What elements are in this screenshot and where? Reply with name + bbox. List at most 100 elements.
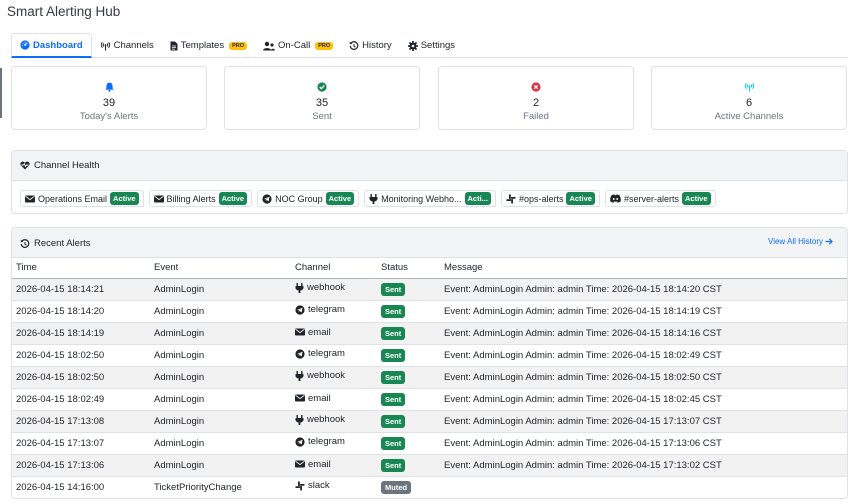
stat-card-today-s-alerts: 39 Today's Alerts (11, 66, 207, 130)
stats-row: 39 Today's Alerts 35 Sent 2 Failed 6 Act… (11, 66, 848, 130)
email-icon (25, 195, 35, 203)
col-header-time: Time (12, 258, 150, 279)
stat-value: 6 (745, 97, 753, 109)
sidebar-edge (0, 68, 2, 118)
gear-icon (407, 40, 418, 51)
table-row[interactable]: 2026-04-15 18:02:49 AdminLogin email Sen… (12, 388, 847, 411)
view-all-history-link[interactable]: View All History (768, 237, 833, 246)
table-row[interactable]: 2026-04-15 14:16:00 TicketPriorityChange… (12, 476, 847, 498)
cell-message: Event: AdminLogin Admin: admin Time: 202… (440, 344, 847, 367)
tab-label: Dashboard (33, 39, 83, 51)
channel-name: NOC Group (275, 193, 323, 204)
cell-time: 2026-04-15 18:02:49 (12, 388, 150, 411)
table-row[interactable]: 2026-04-15 18:14:19 AdminLogin email Sen… (12, 322, 847, 345)
telegram-icon (295, 349, 305, 359)
col-header-event: Event (150, 258, 291, 279)
status-badge: Sent (381, 326, 406, 340)
telegram-icon (295, 305, 305, 315)
channel-chip[interactable]: NOC Group Active (257, 190, 360, 207)
check-circle-icon (317, 82, 327, 92)
cell-event: AdminLogin (150, 322, 291, 345)
cell-message: Event: AdminLogin Admin: admin Time: 202… (440, 322, 847, 345)
channel-label: telegram (308, 304, 345, 316)
cell-channel: telegram (291, 432, 377, 455)
cell-event: AdminLogin (150, 300, 291, 323)
tab-templates[interactable]: Templates PRO (162, 33, 255, 58)
cell-time: 2026-04-15 18:14:20 (12, 300, 150, 323)
channel-chip[interactable]: Operations Email Active (20, 190, 144, 207)
tab-on-call[interactable]: On-Call PRO (255, 33, 341, 58)
status-badge: Acti... (464, 192, 491, 205)
cell-time: 2026-04-15 17:13:06 (12, 454, 150, 477)
app-title: Smart Alerting Hub (7, 4, 121, 19)
status-badge: Sent (381, 414, 406, 428)
telegram-icon (262, 193, 272, 204)
table-row[interactable]: 2026-04-15 18:14:20 AdminLogin telegram … (12, 300, 847, 323)
cell-channel: telegram (291, 300, 377, 323)
email-icon (295, 328, 305, 336)
pro-badge: PRO (315, 41, 334, 50)
table-row[interactable]: 2026-04-15 18:02:50 AdminLogin telegram … (12, 344, 847, 367)
tab-history[interactable]: History (341, 33, 400, 58)
history-icon (349, 40, 359, 51)
channel-label: webhook (307, 282, 346, 294)
channel-name: Monitoring Webho... (381, 193, 462, 204)
tab-label: Templates (180, 40, 225, 51)
channel-chip[interactable]: #ops-alerts Active (500, 190, 600, 207)
tab-label: On-Call (278, 40, 311, 51)
table-row[interactable]: 2026-04-15 18:02:50 AdminLogin webhook S… (12, 366, 847, 389)
cell-message: Event: AdminLogin Admin: admin Time: 202… (440, 432, 847, 455)
status-badge: Muted (381, 480, 412, 494)
recent-alerts-table: Time Event Channel Status Message 2026-0… (12, 258, 847, 498)
webhook-icon (295, 414, 304, 425)
table-row[interactable]: 2026-04-15 17:13:08 AdminLogin webhook S… (12, 410, 847, 433)
cell-event: AdminLogin (150, 344, 291, 367)
telegram-icon (295, 437, 305, 447)
cell-time: 2026-04-15 18:14:21 (12, 278, 150, 301)
table-row[interactable]: 2026-04-15 17:13:07 AdminLogin telegram … (12, 432, 847, 455)
channel-chip[interactable]: Billing Alerts Active (148, 190, 253, 207)
channel-label: email (308, 458, 331, 470)
cell-event: TicketPriorityChange (150, 476, 291, 498)
history-icon (20, 238, 30, 249)
tab-channels[interactable]: Channels (92, 33, 162, 58)
webhook-icon (369, 193, 378, 204)
cell-time: 2026-04-15 18:02:50 (12, 366, 150, 389)
cell-event: AdminLogin (150, 454, 291, 477)
tab-settings[interactable]: Settings (400, 33, 463, 58)
channel-chip[interactable]: Monitoring Webho... Acti... (364, 190, 496, 207)
stat-label: Failed (523, 111, 549, 122)
cell-message: Event: AdminLogin Admin: admin Time: 202… (440, 300, 847, 323)
tab-label: Channels (113, 40, 154, 51)
channel-health-title: Channel Health (34, 160, 100, 171)
cell-channel: slack (291, 476, 377, 498)
channel-health-header: Channel Health (12, 151, 847, 181)
tab-label: Settings (420, 40, 456, 51)
slack-icon (506, 193, 516, 204)
recent-alerts-header: Recent Alerts View All History (12, 228, 847, 258)
cell-status: Sent (377, 388, 440, 411)
channel-health-card: Channel Health Operations Email Active B… (11, 150, 848, 214)
cell-event: AdminLogin (150, 278, 291, 301)
channel-chip[interactable]: #server-alerts Active (604, 190, 716, 207)
status-badge: Sent (381, 282, 406, 296)
stat-label: Active Channels (714, 111, 784, 122)
recent-alerts-title: Recent Alerts (34, 238, 91, 249)
table-row[interactable]: 2026-04-15 18:14:21 AdminLogin webhook S… (12, 278, 847, 301)
cell-status: Sent (377, 322, 440, 345)
channel-label: slack (308, 480, 330, 492)
status-badge: Active (682, 192, 711, 205)
table-row[interactable]: 2026-04-15 17:13:06 AdminLogin email Sen… (12, 454, 847, 477)
arrow-right-icon (825, 238, 833, 245)
channel-label: telegram (308, 436, 345, 448)
cell-channel: email (291, 322, 377, 345)
status-badge: Sent (381, 304, 406, 318)
channel-label: telegram (308, 348, 345, 360)
channel-name: #ops-alerts (518, 193, 564, 204)
cell-status: Sent (377, 366, 440, 389)
tab-dashboard[interactable]: Dashboard (11, 33, 92, 58)
dashboard-icon (20, 40, 30, 50)
cell-message: Event: AdminLogin Admin: admin Time: 202… (440, 366, 847, 389)
cell-status: Muted (377, 476, 440, 498)
cell-status: Sent (377, 432, 440, 455)
